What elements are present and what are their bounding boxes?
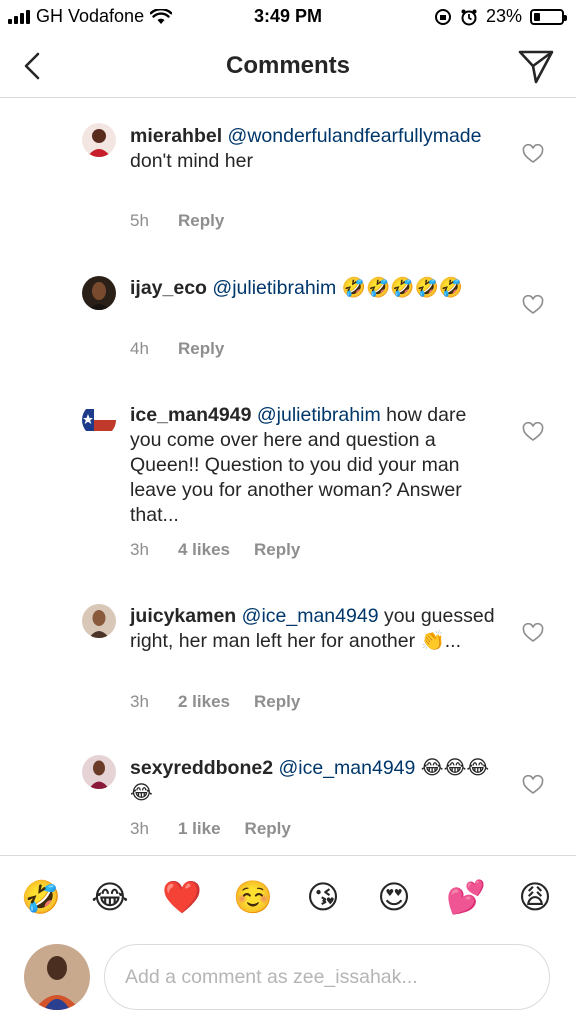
avatar[interactable] <box>82 755 116 789</box>
comment-text: juicykamen @ice_man4949 you guessed righ… <box>130 604 500 654</box>
comment-time: 3h <box>130 819 149 838</box>
comment-meta: 4h Reply <box>130 339 224 359</box>
comment-time: 3h <box>130 540 149 559</box>
likes-count[interactable]: 2 likes <box>178 692 230 712</box>
comment-username[interactable]: ice_man4949 <box>130 404 251 426</box>
comment-meta: 5h Reply <box>130 211 224 231</box>
reply-button[interactable]: Reply <box>178 211 224 231</box>
comment-mention[interactable]: @wonderfulandfearfullymade <box>228 125 482 147</box>
comment-username[interactable]: sexyreddbone2 <box>130 757 273 779</box>
comment-text: ice_man4949 @julietibrahim how dare you … <box>130 403 500 528</box>
comment-message: don't mind her <box>130 150 253 172</box>
comment-time: 4h <box>130 339 149 358</box>
comment-text: mierahbel @wonderfulandfearfullymade don… <box>130 124 500 174</box>
emoji-smiling[interactable]: ☺️ <box>233 878 273 916</box>
comment-meta: 3h 1 like Reply <box>130 819 291 839</box>
like-heart-icon[interactable] <box>522 295 544 315</box>
emoji-heart-eyes[interactable]: 😍 <box>375 878 413 916</box>
reply-button[interactable]: Reply <box>254 540 300 560</box>
avatar[interactable] <box>82 604 116 638</box>
alarm-icon <box>461 9 477 25</box>
comment-input[interactable] <box>104 944 550 1010</box>
battery-icon <box>530 8 567 25</box>
avatar[interactable] <box>82 403 116 437</box>
emoji-two-hearts[interactable]: 💕 <box>446 878 486 916</box>
header: Comments <box>0 34 576 98</box>
reply-button[interactable]: Reply <box>178 339 224 359</box>
battery-level <box>534 12 540 21</box>
reply-button[interactable]: Reply <box>254 692 300 712</box>
comment-mention[interactable]: @ice_man4949 <box>242 605 379 627</box>
comment-meta: 3h 2 likes Reply <box>130 692 300 712</box>
comment-message: 🤣🤣🤣🤣🤣 <box>336 277 464 299</box>
emoji-weary[interactable]: 😩 <box>516 878 554 916</box>
status-right-group: 23% <box>434 6 567 27</box>
emoji-kiss[interactable]: 😘 <box>304 878 342 916</box>
comment-username[interactable]: mierahbel <box>130 125 222 147</box>
comment-meta: 3h 4 likes Reply <box>130 540 300 560</box>
comment-text: sexyreddbone2 @ice_man4949 😂😂😂😂 <box>130 756 500 806</box>
comment-username[interactable]: ijay_eco <box>130 277 207 299</box>
comments-list[interactable]: mierahbel @wonderfulandfearfullymade don… <box>0 99 576 854</box>
comment-username[interactable]: juicykamen <box>130 605 236 627</box>
comment-composer <box>0 940 576 1024</box>
emoji-red-heart[interactable]: ❤️ <box>162 878 202 916</box>
reply-button[interactable]: Reply <box>245 819 291 839</box>
like-heart-icon[interactable] <box>522 623 544 643</box>
page-title: Comments <box>225 52 351 79</box>
emoji-rofl[interactable]: 🤣 <box>21 878 61 916</box>
like-heart-icon[interactable] <box>522 422 544 442</box>
comment-mention[interactable]: @ice_man4949 <box>278 757 415 779</box>
avatar[interactable] <box>82 123 116 157</box>
comment-mention[interactable]: @julietibrahim <box>212 277 336 299</box>
self-avatar[interactable] <box>24 944 90 1010</box>
battery-percent: 23% <box>485 6 522 26</box>
avatar[interactable] <box>82 276 116 310</box>
comment-time: 3h <box>130 692 149 711</box>
comment-text: ijay_eco @julietibrahim 🤣🤣🤣🤣🤣 <box>130 276 500 301</box>
likes-count[interactable]: 1 like <box>178 819 221 839</box>
direct-send-icon[interactable] <box>516 46 556 86</box>
status-bar: GH Vodafone 3:49 PM 23% <box>0 0 576 34</box>
emoji-tears-of-joy[interactable]: 😂 <box>91 878 129 916</box>
rotation-lock-icon <box>434 8 451 25</box>
comment-time: 5h <box>130 211 149 230</box>
likes-count[interactable]: 4 likes <box>178 540 230 560</box>
comment-mention[interactable]: @julietibrahim <box>257 404 381 426</box>
like-heart-icon[interactable] <box>522 775 544 795</box>
like-heart-icon[interactable] <box>522 144 544 164</box>
emoji-quick-bar: 🤣 😂 ❤️ ☺️ 😘 😍 💕 😩 <box>0 855 576 940</box>
